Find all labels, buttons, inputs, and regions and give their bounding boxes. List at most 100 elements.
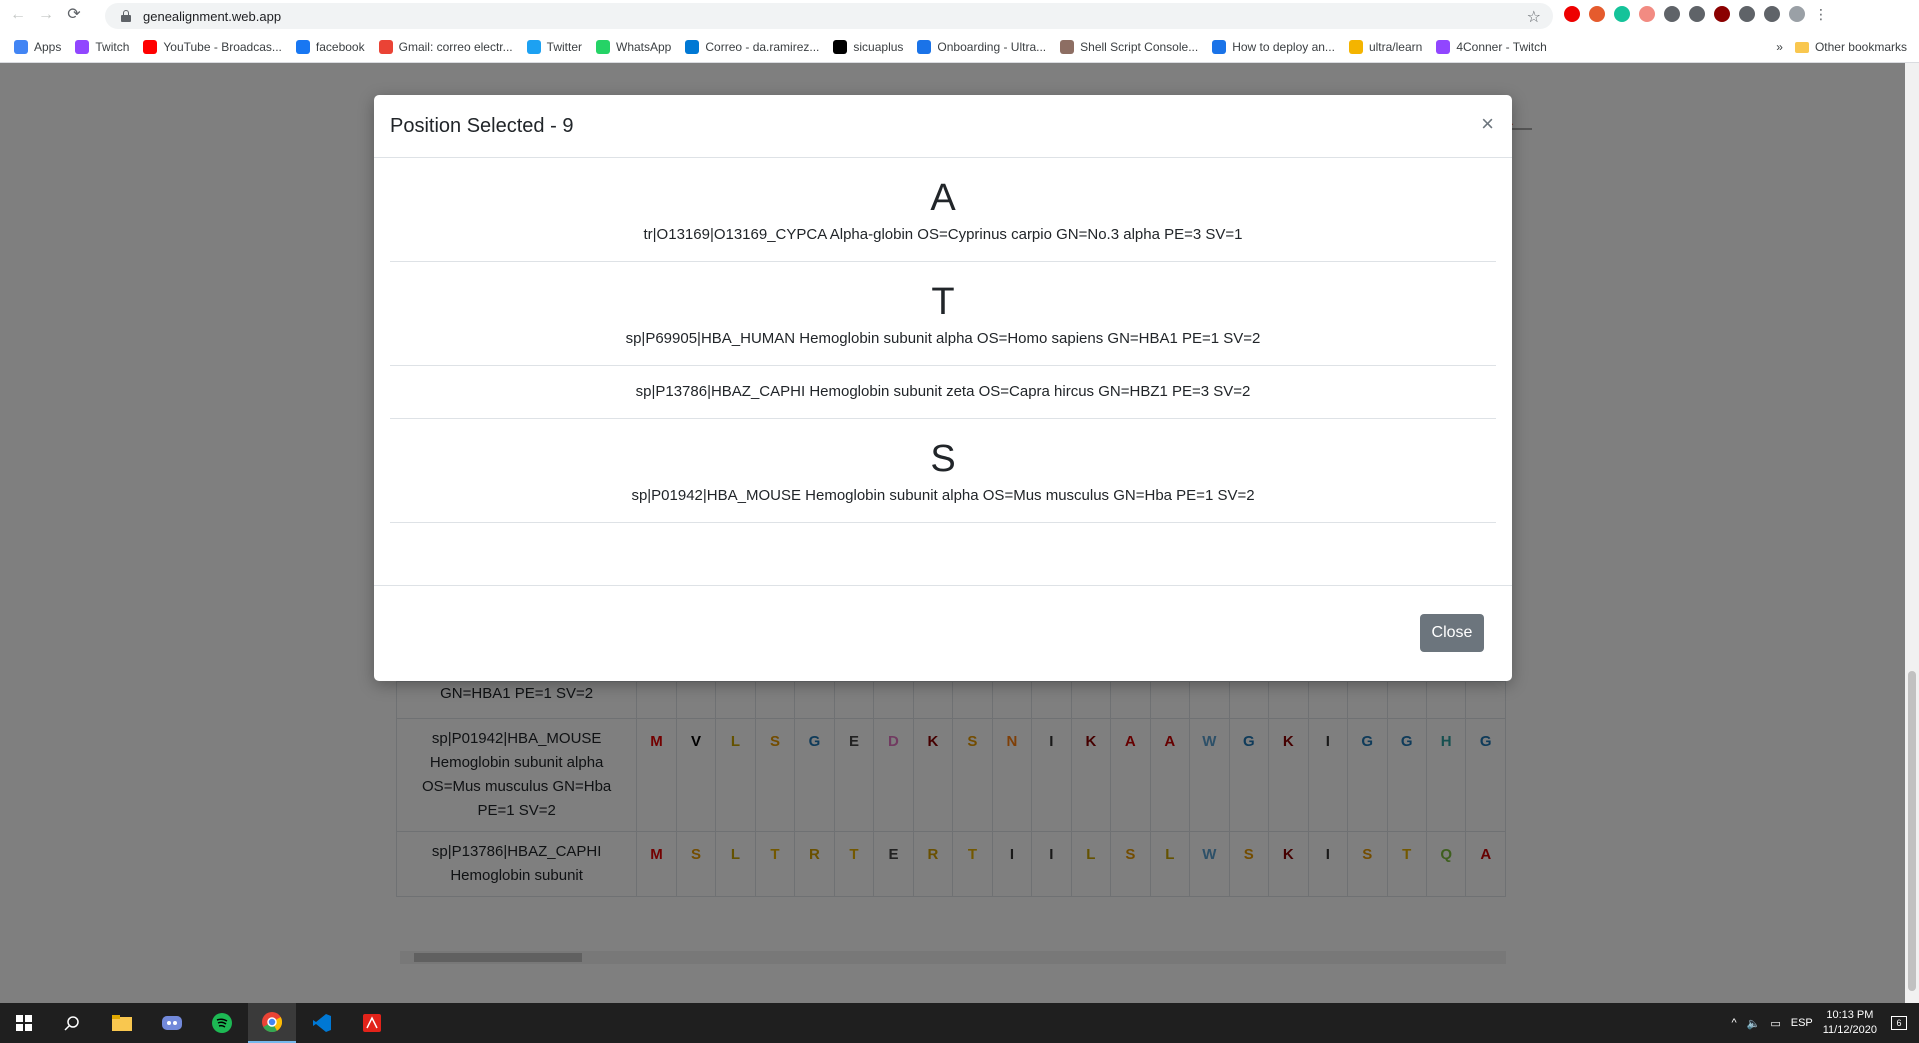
bookmark-favicon-icon (75, 40, 90, 54)
residue-entry: sp|P13786|HBAZ_CAPHI Hemoglobin subunit … (390, 366, 1496, 419)
bookmark-favicon-icon (378, 40, 393, 54)
extension-icon[interactable] (1589, 6, 1605, 22)
bookmark-label: 4Conner - Twitch (1456, 40, 1547, 54)
discord-icon[interactable] (148, 1003, 196, 1043)
browser-toolbar: ← → ⟳ genealignment.web.app ☆ ⋮ (0, 0, 1919, 30)
clock-time: 10:13 PM (1826, 1009, 1874, 1021)
menu-icon[interactable]: ⋮ (1814, 6, 1828, 22)
bookmark-favicon-icon (1348, 40, 1363, 54)
bookmark-item[interactable]: Twitter (526, 40, 582, 54)
clock[interactable]: 10:13 PM 11/12/2020 (1823, 1008, 1877, 1038)
residue-entry: A tr|O13169|O13169_CYPCA Alpha-globin OS… (390, 158, 1496, 262)
bookmark-label: Correo - da.ramirez... (705, 40, 820, 54)
bookmark-label: Gmail: correo electr... (398, 40, 513, 54)
bookmark-item[interactable]: facebook (295, 40, 365, 54)
vscode-icon[interactable] (298, 1003, 346, 1043)
bookmark-item[interactable]: WhatsApp (596, 40, 671, 54)
bookmark-label: Shell Script Console... (1080, 40, 1199, 54)
bookmark-item[interactable]: Correo - da.ramirez... (685, 40, 819, 54)
residue-entry: T sp|P69905|HBA_HUMAN Hemoglobin subunit… (390, 262, 1496, 366)
bookmark-item[interactable]: Onboarding - Ultra... (917, 40, 1046, 54)
media-icon[interactable] (1764, 6, 1780, 22)
system-tray: ^ 🔈 ▭ ESP 10:13 PM 11/12/2020 6 (1731, 1003, 1907, 1043)
close-icon[interactable]: × (1481, 113, 1494, 135)
bookmark-favicon-icon (596, 40, 610, 54)
dark-mode-icon[interactable] (1664, 6, 1680, 22)
bookmark-label: WhatsApp (616, 40, 672, 54)
notifications-icon[interactable]: 6 (1891, 1016, 1907, 1030)
bookmark-star-icon[interactable]: ☆ (1527, 7, 1541, 27)
bookmark-label: Apps (34, 40, 62, 54)
bookmark-favicon-icon (295, 40, 310, 54)
modal-header: Position Selected - 9 × (374, 95, 1512, 158)
bookmark-favicon-icon (143, 40, 158, 54)
extensions: ⋮ (1564, 6, 1828, 22)
bookmark-item[interactable]: How to deploy an... (1212, 40, 1335, 54)
modal-footer: Close (374, 585, 1512, 681)
bookmark-label: Twitter (546, 40, 582, 54)
windows-start-icon[interactable] (0, 1003, 48, 1043)
clock-date: 11/12/2020 (1822, 1024, 1877, 1036)
adblock-icon[interactable] (1564, 6, 1580, 22)
url-text[interactable]: genealignment.web.app (143, 9, 281, 24)
file-explorer-icon[interactable] (98, 1003, 146, 1043)
back-icon[interactable]: ← (8, 5, 28, 25)
bookmark-favicon-icon (1436, 40, 1451, 54)
profile-avatar[interactable] (1789, 6, 1805, 22)
bookmark-item[interactable]: sicuaplus (833, 40, 903, 54)
bookmark-item[interactable]: Twitch (75, 40, 129, 54)
sequence-description: sp|P69905|HBA_HUMAN Hemoglobin subunit a… (625, 330, 1261, 347)
extension-icon[interactable] (1689, 6, 1705, 22)
sequence-description: sp|P13786|HBAZ_CAPHI Hemoglobin subunit … (635, 383, 1251, 400)
bookmark-favicon-icon (917, 40, 932, 54)
bookmark-item[interactable]: YouTube - Broadcas... (143, 40, 282, 54)
residue-letter: A (930, 177, 956, 219)
network-icon[interactable]: ▭ (1770, 1017, 1780, 1030)
bookmark-favicon-icon (833, 40, 848, 54)
spotify-icon[interactable] (198, 1003, 246, 1043)
other-bookmarks-label: Other bookmarks (1814, 40, 1907, 54)
bookmark-item[interactable]: 4Conner - Twitch (1436, 40, 1547, 54)
volume-icon[interactable]: 🔈 (1747, 1017, 1761, 1030)
address-bar[interactable]: genealignment.web.app ☆ (105, 3, 1553, 29)
other-bookmarks[interactable]: Other bookmarks (1794, 40, 1907, 54)
bookmarks-overflow[interactable]: » (1776, 40, 1783, 54)
folder-icon (1794, 41, 1809, 53)
lock-icon (121, 10, 131, 22)
bookmark-label: YouTube - Broadcas... (163, 40, 282, 54)
scroll-thumb[interactable] (1908, 671, 1916, 991)
bookmark-label: facebook (315, 40, 365, 54)
bookmark-favicon-icon (14, 40, 28, 54)
forward-icon[interactable]: → (36, 5, 56, 25)
bookmark-item[interactable]: Apps (14, 40, 61, 54)
search-icon[interactable] (48, 1003, 96, 1043)
ublock-icon[interactable] (1714, 6, 1730, 22)
windows-taskbar: ^ 🔈 ▭ ESP 10:13 PM 11/12/2020 6 (0, 1003, 1919, 1043)
extension-icon[interactable] (1639, 6, 1655, 22)
bookmark-label: ultra/learn (1368, 40, 1423, 54)
grammarly-icon[interactable] (1614, 6, 1630, 22)
modal-body: A tr|O13169|O13169_CYPCA Alpha-globin OS… (374, 158, 1512, 583)
chevron-up-icon[interactable]: ^ (1731, 1017, 1736, 1029)
bookmark-favicon-icon (1060, 40, 1075, 54)
reload-icon[interactable]: ⟳ (64, 5, 84, 25)
close-button[interactable]: Close (1420, 614, 1484, 652)
puzzle-icon[interactable] (1739, 6, 1755, 22)
residue-entry: S sp|P01942|HBA_MOUSE Hemoglobin subunit… (390, 419, 1496, 523)
bookmark-item[interactable]: Gmail: correo electr... (378, 40, 513, 54)
language-indicator[interactable]: ESP (1791, 1017, 1813, 1029)
page-scrollbar[interactable] (1905, 63, 1919, 1003)
chrome-icon[interactable] (248, 1003, 296, 1043)
bookmark-item[interactable]: Shell Script Console... (1060, 40, 1198, 54)
bookmark-label: Onboarding - Ultra... (937, 40, 1047, 54)
bookmark-label: sicuaplus (853, 40, 904, 54)
bookmark-favicon-icon (1212, 40, 1227, 54)
bookmark-favicon-icon (526, 40, 541, 54)
bookmark-favicon-icon (685, 40, 700, 54)
residue-letter: S (930, 438, 956, 480)
acrobat-icon[interactable] (348, 1003, 396, 1043)
bookmark-item[interactable]: ultra/learn (1348, 40, 1423, 54)
bookmark-label: Twitch (95, 40, 130, 54)
position-modal: Position Selected - 9 × A tr|O13169|O131… (374, 95, 1512, 681)
bookmarks-bar: Apps Twitch YouTube - Broadcas... facebook G… (0, 32, 1919, 63)
